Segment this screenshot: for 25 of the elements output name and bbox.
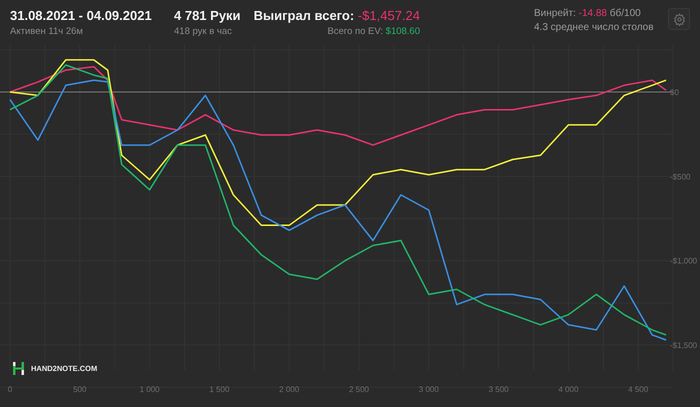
x-tick-label: 0 (8, 385, 12, 394)
y-tick-label: -$1,500 (670, 341, 698, 350)
date-range: 31.08.2021 - 04.09.2021 (10, 8, 152, 23)
x-tick-label: 4 500 (628, 385, 648, 394)
x-tick-label: 4 000 (558, 385, 578, 394)
y-tick-label: $0 (670, 88, 679, 97)
settings-button[interactable] (668, 8, 690, 30)
logo-icon (12, 362, 25, 375)
x-tick-label: 500 (73, 385, 86, 394)
settings-icon (672, 12, 686, 26)
y-tick-label: -$1,000 (670, 256, 698, 266)
x-tick-label: 3 500 (488, 385, 509, 394)
x-tick-label: 1 000 (140, 385, 160, 394)
x-tick-label: 3 000 (418, 385, 439, 394)
y-tick-label: -$500 (670, 172, 690, 182)
x-tick-label: 1 500 (209, 385, 230, 394)
hands-per-hour: 418 рук в час (174, 26, 232, 37)
winrate: Винрейт: -14.88 бб/100 (534, 8, 641, 19)
average-tables: 4.3 среднее число столов (534, 22, 654, 33)
won-total: Выиграл всего: -$1,457.24 (254, 8, 420, 23)
x-tick-label: 2 500 (348, 385, 370, 394)
ev-total: Всего по EV: $108.60 (327, 26, 420, 37)
active-time: Активен 11ч 26м (10, 26, 83, 37)
hands-count: 4 781 Руки (174, 8, 241, 23)
x-tick-label: 2 000 (279, 385, 300, 394)
